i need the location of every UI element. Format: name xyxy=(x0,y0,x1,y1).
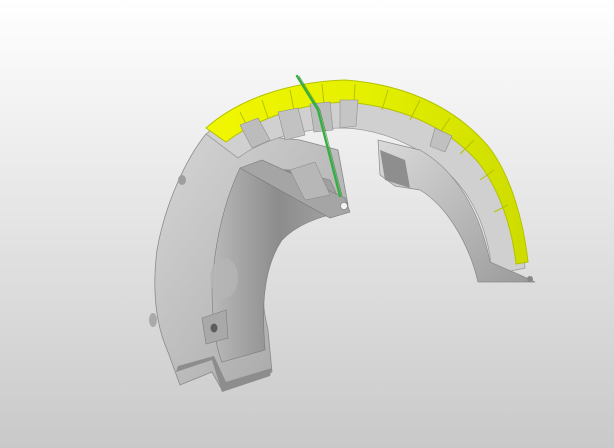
viewport-canvas[interactable] xyxy=(0,0,614,448)
skirt-clip-boss xyxy=(210,258,238,298)
right-panel-clip xyxy=(527,276,533,282)
skirt-mount-hole xyxy=(210,323,218,333)
skirt-edge-clip xyxy=(149,313,157,327)
skirt-side-clip xyxy=(178,175,186,185)
center-bracket-hole xyxy=(340,202,348,210)
cad-3d-viewport[interactable] xyxy=(0,0,614,448)
